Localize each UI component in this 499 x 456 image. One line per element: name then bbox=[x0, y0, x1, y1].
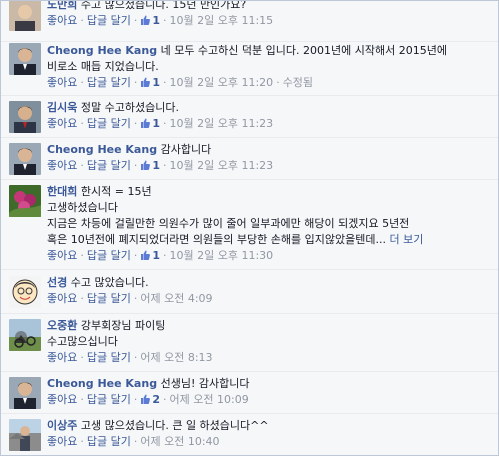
comment-text: 비로소 매듭 지었습니다. bbox=[47, 60, 159, 73]
comment-author[interactable]: 선경 bbox=[47, 276, 67, 289]
edited-label[interactable]: 수정됨 bbox=[283, 76, 313, 89]
avatar[interactable] bbox=[9, 276, 41, 308]
comment-timestamp[interactable]: 어제 오전 10:09 bbox=[170, 393, 249, 406]
avatar[interactable] bbox=[9, 101, 41, 133]
comment-author[interactable]: Cheong Hee Kang bbox=[47, 143, 157, 156]
like-link[interactable]: 좋아요 bbox=[47, 292, 77, 305]
comment-text: 고생 많으셨습니다. 큰 일 하셨습니다^^ bbox=[80, 419, 269, 432]
avatar[interactable] bbox=[9, 377, 41, 409]
avatar[interactable] bbox=[9, 185, 41, 217]
comment-item: 오중환 강부회장님 파이팅 수고많으십니다 좋아요 · 답글 달기 · 어제 오전 8:… bbox=[1, 313, 498, 371]
comment-meta: 좋아요 · 답글 달기 · 2 · 어제 오전 10:09 bbox=[47, 393, 249, 406]
comment-author[interactable]: 오중환 bbox=[47, 319, 77, 332]
comment-meta: 좋아요 · 답글 달기 · 1 · 10월 2일 오후 11:23 bbox=[47, 117, 274, 130]
reply-link[interactable]: 답글 달기 bbox=[87, 117, 131, 130]
reply-link[interactable]: 답글 달기 bbox=[87, 159, 131, 172]
comment-text: 선생님! 감사합니다 bbox=[160, 377, 250, 390]
like-count[interactable]: 1 bbox=[140, 117, 160, 130]
comment-meta: 좋아요 · 답글 달기 · 1 · 10월 2일 오후 11:15 bbox=[47, 14, 274, 27]
comment-text: 강부회장님 파이팅 bbox=[80, 319, 166, 332]
avatar[interactable] bbox=[9, 1, 41, 31]
like-link[interactable]: 좋아요 bbox=[47, 249, 77, 262]
thumbs-up-icon bbox=[140, 15, 151, 25]
like-link[interactable]: 좋아요 bbox=[47, 159, 77, 172]
like-link[interactable]: 좋아요 bbox=[47, 76, 77, 89]
comment-text: 수고 많으셨습니다. 15년 만인가요? bbox=[80, 0, 247, 11]
comment-author[interactable]: Cheong Hee Kang bbox=[47, 377, 157, 390]
comment-timestamp[interactable]: 10월 2일 오후 11:20 bbox=[170, 76, 274, 89]
comment-timestamp[interactable]: 10월 2일 오후 11:30 bbox=[170, 249, 274, 262]
reply-link[interactable]: 답글 달기 bbox=[87, 435, 131, 448]
comment-meta: 좋아요 · 답글 달기 · 1 · 10월 2일 오후 11:30 bbox=[47, 249, 274, 262]
comment-timestamp[interactable]: 어제 오전 10:40 bbox=[140, 435, 219, 448]
comment-text: 혹은 10년전에 폐지되었더라면 의원들의 부당한 손해를 입지않았을텐데... bbox=[47, 233, 386, 246]
comment-meta: 좋아요 · 답글 달기 · 어제 오전 10:40 bbox=[47, 435, 220, 448]
comment-timestamp[interactable]: 어제 오전 8:13 bbox=[140, 351, 212, 364]
comment-text: 수고많으십니다 bbox=[47, 335, 118, 348]
reply-link[interactable]: 답글 달기 bbox=[87, 76, 131, 89]
comment-item: 선경 수고 많았습니다. 좋아요 · 답글 달기 · 어제 오전 4:09 bbox=[1, 269, 498, 313]
reply-link[interactable]: 답글 달기 bbox=[87, 14, 131, 27]
comment-author[interactable]: 한대희 bbox=[47, 185, 77, 198]
comment-meta: 좋아요 · 답글 달기 · 어제 오전 4:09 bbox=[47, 292, 213, 305]
like-link[interactable]: 좋아요 bbox=[47, 393, 77, 406]
thumbs-up-icon bbox=[140, 160, 151, 170]
like-link[interactable]: 좋아요 bbox=[47, 351, 77, 364]
comment-author[interactable]: 이상주 bbox=[47, 419, 77, 432]
comment-meta: 좋아요 · 답글 달기 · 어제 오전 8:13 bbox=[47, 351, 213, 364]
like-count[interactable]: 1 bbox=[140, 159, 160, 172]
like-count[interactable]: 1 bbox=[140, 14, 160, 27]
comment-text: 정말 수고하셨습니다. bbox=[80, 101, 179, 114]
reply-link[interactable]: 답글 달기 bbox=[87, 292, 131, 305]
comment-author[interactable]: Cheong Hee Kang bbox=[47, 44, 157, 57]
avatar[interactable] bbox=[9, 143, 41, 175]
comment-text: 지금은 차등에 걸릴만한 의원수가 많이 줄어 일부과에만 해당이 되겠지요 5… bbox=[47, 217, 410, 230]
comment-text: 고생하셨습니다 bbox=[47, 201, 118, 214]
reply-link[interactable]: 답글 달기 bbox=[87, 393, 131, 406]
like-count[interactable]: 1 bbox=[140, 76, 160, 89]
comment-timestamp[interactable]: 10월 2일 오후 11:23 bbox=[170, 159, 274, 172]
comment-timestamp[interactable]: 10월 2일 오후 11:23 bbox=[170, 117, 274, 130]
avatar[interactable] bbox=[9, 319, 41, 351]
like-link[interactable]: 좋아요 bbox=[47, 14, 77, 27]
reply-link[interactable]: 답글 달기 bbox=[87, 351, 131, 364]
comment-meta: 좋아요 · 답글 달기 · 1 · 10월 2일 오후 11:23 bbox=[47, 159, 274, 172]
avatar[interactable] bbox=[9, 43, 41, 75]
comment-thread: 노만희 수고 많으셨습니다. 15년 만인가요? 좋아요 · 답글 달기 · 1 · 10월… bbox=[0, 0, 499, 456]
comment-timestamp[interactable]: 10월 2일 오후 11:15 bbox=[170, 14, 274, 27]
comment-meta: 좋아요 · 답글 달기 · 1 · 10월 2일 오후 11:20 · 수정됨 bbox=[47, 76, 314, 89]
comment-text: 한시적 = 15년 bbox=[80, 185, 152, 198]
thumbs-up-icon bbox=[140, 394, 151, 404]
like-count[interactable]: 1 bbox=[140, 249, 160, 262]
comment-author[interactable]: 김시욱 bbox=[47, 101, 77, 114]
comment-text: 수고 많았습니다. bbox=[70, 276, 149, 289]
comment-item: 이상주 고생 많으셨습니다. 큰 일 하셨습니다^^ 좋아요 · 답글 달기 · 어제 … bbox=[1, 413, 498, 455]
thumbs-up-icon bbox=[140, 118, 151, 128]
comment-text: 감사합니다 bbox=[160, 143, 212, 156]
see-more-link[interactable]: 더 보기 bbox=[389, 233, 423, 246]
comment-timestamp[interactable]: 어제 오전 4:09 bbox=[140, 292, 212, 305]
comment-item: 김시욱 정말 수고하셨습니다. 좋아요 · 답글 달기 · 1 · 10월 2일 오후 11… bbox=[1, 95, 498, 137]
comment-item: 한대희 한시적 = 15년 고생하셨습니다 지금은 차등에 걸릴만한 의원수가 … bbox=[1, 179, 498, 269]
comment-item: Cheong Hee Kang 선생님! 감사합니다 좋아요 · 답글 달기 · 2 · 어… bbox=[1, 371, 498, 413]
like-link[interactable]: 좋아요 bbox=[47, 117, 77, 130]
like-count[interactable]: 2 bbox=[140, 393, 160, 406]
comment-item: Cheong Hee Kang 감사합니다 좋아요 · 답글 달기 · 1 · 10월 2일… bbox=[1, 137, 498, 179]
comment-item: 노만희 수고 많으셨습니다. 15년 만인가요? 좋아요 · 답글 달기 · 1 · 10월… bbox=[1, 0, 498, 41]
comment-author[interactable]: 노만희 bbox=[47, 1, 77, 11]
reply-link[interactable]: 답글 달기 bbox=[87, 249, 131, 262]
thumbs-up-icon bbox=[140, 250, 151, 260]
comment-text: 네 모두 수고하신 덕분 입니다. 2001년에 시작해서 2015년에 bbox=[160, 44, 447, 57]
comment-item: Cheong Hee Kang 네 모두 수고하신 덕분 입니다. 2001년에… bbox=[1, 41, 498, 95]
thumbs-up-icon bbox=[140, 77, 151, 87]
like-link[interactable]: 좋아요 bbox=[47, 435, 77, 448]
avatar[interactable] bbox=[9, 419, 41, 451]
